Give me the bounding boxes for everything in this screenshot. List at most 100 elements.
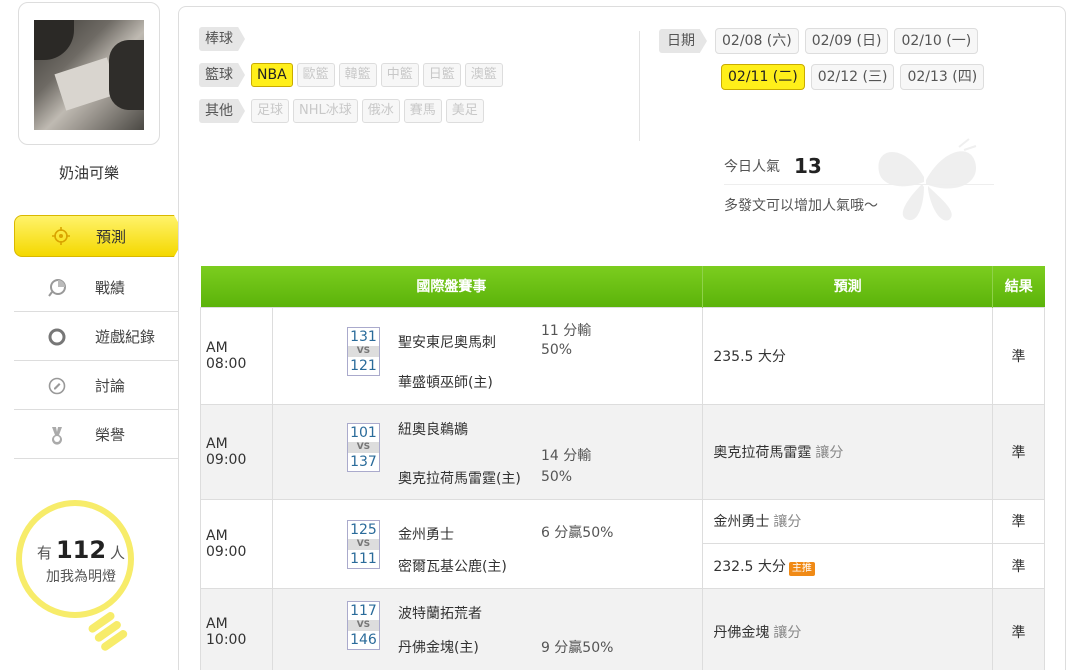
pick-cell: 奧克拉荷馬雷霆 讓分 [702,403,994,500]
result-cell: 準 [992,498,1045,544]
match-info[interactable]: 131 VS 121 聖安東尼奧馬刺 華盛頓巫師(主) 11 分輸 50% [271,306,704,405]
odds-line-2: 50% [540,341,573,358]
menu-item-label: 榮譽 [95,425,126,444]
pick-cell: 丹佛金塊 讓分 [702,587,994,670]
league-japan[interactable]: 日籃 [422,63,461,87]
match-info[interactable]: 125 VS 111 金州勇士 密爾瓦基公鹿(主) 6 分贏50% [271,498,704,589]
menu-item-label: 預測 [96,227,127,246]
home-team[interactable]: 奧克拉荷馬雷霆(主) [398,468,521,488]
header-pick: 預測 [702,266,994,307]
main-panel: 棒球 籃球 NBA 歐籃 韓籃 中籃 日籃 澳籃 其他 足球 NHL冰球 俄冰 … [178,6,1066,670]
pick-text: 丹佛金塊 [713,624,770,641]
away-team[interactable]: 金州勇士 [398,524,454,544]
menu-item-discussion[interactable]: 討論 [14,361,178,410]
league-russian-hockey[interactable]: 俄冰 [361,99,400,123]
home-team[interactable]: 密爾瓦基公鹿(主) [398,556,507,576]
fan-cta: 加我為明燈 [46,569,116,585]
odds-line-1: 14 分輸 [540,447,592,464]
home-team[interactable]: 華盛頓巫師(主) [398,372,493,392]
category-baseball[interactable]: 棒球 [199,27,245,51]
pick-cell: 金州勇士 讓分 [702,498,994,544]
fan-bulb[interactable]: 有 112 人 加我為明燈 [6,500,156,665]
away-team[interactable]: 紐奧良鵜鶘 [398,419,468,439]
menu-item-honor[interactable]: 榮譽 [14,410,178,459]
away-team[interactable]: 聖安東尼奧馬刺 [398,332,496,352]
league-china[interactable]: 中籃 [380,63,419,87]
away-score: 117 [350,602,377,619]
away-score: 101 [350,424,377,441]
menu-item-record[interactable]: 戰績 [14,263,178,312]
result-cell: 準 [992,306,1045,405]
category-filter: 棒球 籃球 NBA 歐籃 韓籃 中籃 日籃 澳籃 其他 足球 NHL冰球 俄冰 … [199,21,639,129]
result-cell: 準 [992,403,1045,500]
category-basketball[interactable]: 籃球 [199,63,245,87]
menu-item-predict[interactable]: 預測 [14,215,186,257]
date-button-selected[interactable]: 02/11 (二) [721,64,805,90]
date-button[interactable]: 02/12 (三) [810,64,895,90]
popularity-hint: 多發文可以增加人氣哦～ [724,198,878,214]
league-korea[interactable]: 韓籃 [338,63,377,87]
odds-line-1: 9 分贏50% [540,639,614,656]
fan-prefix: 有 [36,544,52,562]
table-row: AM 09:00 101 VS 137 紐奧良鵜鶘 奧克拉荷馬雷霆(主) 14 … [200,403,1045,500]
date-row-2: 02/11 (二) 02/12 (三) 02/13 (四) [659,59,1059,95]
bulb-base-icon [88,612,128,651]
table-row: AM 08:00 131 VS 121 聖安東尼奧馬刺 華盛頓巫師(主) 11 … [200,306,1045,405]
sidebar: 奶油可樂 預測 戰績 遊戲紀錄 討論 榮譽 有 112 人 加我為明燈 [0,0,186,670]
match-info[interactable]: 101 VS 137 紐奧良鵜鶘 奧克拉荷馬雷霆(主) 14 分輸 50% [271,403,704,500]
username[interactable]: 奶油可樂 [0,162,178,183]
prediction-table: 國際盤賽事 預測 結果 AM 08:00 131 VS 121 聖安東尼奧馬刺 [200,266,1045,670]
date-label: 日期 [659,29,707,53]
table-row: AM 09:00 125 VS 111 金州勇士 密爾瓦基公鹿(主) 6 分贏5… [200,498,1045,589]
odds-line-2: 50% [540,468,573,485]
away-team[interactable]: 波特蘭拓荒者 [398,603,482,623]
result-cell: 準 [992,543,1045,589]
vs-label: VS [347,345,379,357]
popularity-box: 今日人氣 13 多發文可以增加人氣哦～ [724,147,994,225]
chat-bubble-icon [48,377,66,395]
date-button[interactable]: 02/13 (四) [900,64,985,90]
pick-extra: 讓分 [773,514,802,531]
league-nhl[interactable]: NHL冰球 [293,99,358,123]
sidebar-menu: 預測 戰績 遊戲紀錄 討論 榮譽 [0,215,186,459]
fan-count: 112 [55,536,107,564]
category-other[interactable]: 其他 [199,99,245,123]
category-row-other: 其他 足球 NHL冰球 俄冰 賽馬 美足 [199,93,639,129]
game-time: AM 08:00 [200,306,273,405]
date-filter: 日期 02/08 (六) 02/09 (日) 02/10 (一) 02/11 (… [659,23,1059,95]
popularity-value: 13 [794,153,822,178]
date-button[interactable]: 02/09 (日) [804,28,889,54]
menu-item-label: 遊戲紀錄 [95,327,156,346]
score-box: 117 VS 146 [346,600,380,650]
pick-text: 奧克拉荷馬雷霆 [713,444,812,461]
chart-pie-icon [48,279,66,297]
away-score: 125 [350,521,377,538]
pick-text: 235.5 大分 [713,348,786,365]
league-horse-racing[interactable]: 賽馬 [403,99,442,123]
league-american-football[interactable]: 美足 [445,99,484,123]
match-info[interactable]: 117 VS 146 波特蘭拓荒者 丹佛金塊(主) 9 分贏50% [271,587,704,670]
pick-cell: 235.5 大分 [702,306,994,405]
home-score: 111 [350,550,377,567]
result-cell: 準 [992,587,1045,670]
home-score: 137 [350,453,377,470]
league-australia[interactable]: 澳籃 [464,63,503,87]
date-button[interactable]: 02/08 (六) [715,28,799,54]
pick-extra: 讓分 [815,444,844,461]
fan-count-line: 有 112 人 [26,536,136,564]
pick-extra: 讓分 [773,624,802,641]
league-euro[interactable]: 歐籃 [296,63,335,87]
date-button[interactable]: 02/10 (一) [894,28,979,54]
category-row-baseball: 棒球 [199,21,639,57]
league-soccer[interactable]: 足球 [251,99,290,123]
main-pick-badge: 主推 [788,561,815,576]
avatar[interactable] [34,20,144,130]
pick-cell: 232.5 大分 主推 [702,543,994,589]
game-time: AM 09:00 [200,498,273,589]
divider [639,31,640,141]
home-team[interactable]: 丹佛金塊(主) [398,637,479,657]
league-nba[interactable]: NBA [251,63,293,87]
header-result: 結果 [992,266,1045,307]
score-box: 131 VS 121 [346,326,380,376]
menu-item-game-log[interactable]: 遊戲紀錄 [14,312,178,361]
